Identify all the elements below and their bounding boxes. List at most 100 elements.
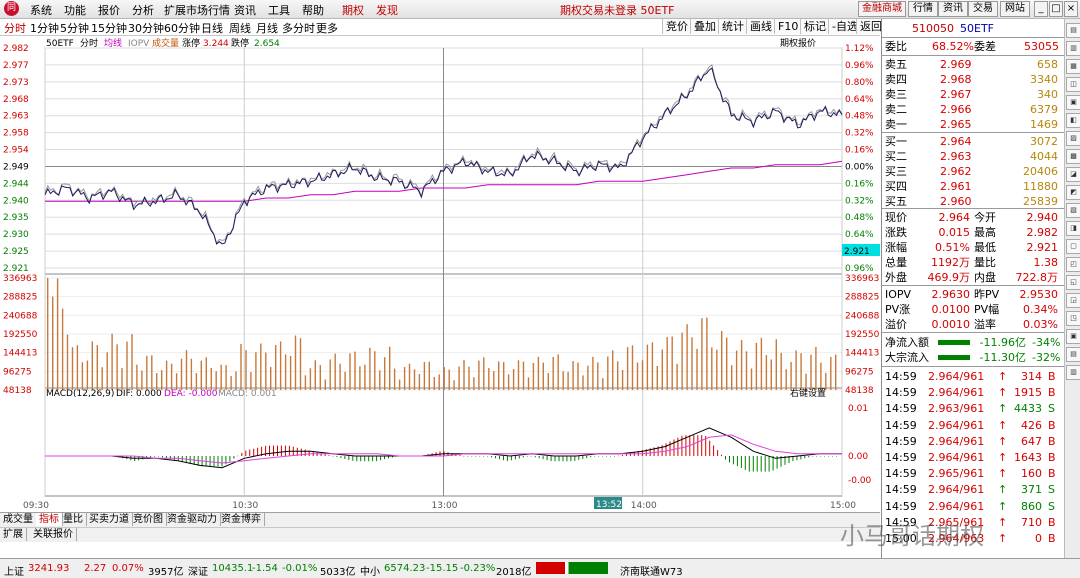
price-tick: 2.958 — [3, 129, 29, 139]
menu-tools[interactable]: 工具 — [268, 2, 290, 18]
menu-discover[interactable]: 发现 — [376, 2, 398, 18]
menu-ext-market[interactable]: 扩展市场行情 — [164, 2, 230, 18]
tab-related-quote[interactable]: 关联报价 — [30, 528, 77, 541]
volume-bar — [631, 345, 634, 390]
stat-value: 0.015 — [938, 226, 971, 239]
volume-bar — [220, 364, 222, 390]
trade-tick-row: 14:59 2.964/961 ↑ 860 S — [882, 499, 1065, 514]
sh-label[interactable]: 上证 — [4, 563, 24, 578]
period-day[interactable]: 日线 — [201, 20, 223, 36]
zx-label[interactable]: 中小 — [360, 563, 380, 578]
tab-indicator[interactable]: 指标 — [36, 513, 63, 526]
pct-tick: 0.48% — [845, 112, 874, 122]
f10-button[interactable]: F10 — [774, 19, 802, 34]
volume-bar — [696, 348, 698, 390]
toolbar-icon[interactable]: ◲ — [1066, 293, 1080, 308]
tab-buy-sell-force[interactable]: 买卖力道 — [86, 513, 133, 526]
volume-bar — [299, 338, 302, 390]
period-week[interactable]: 周线 — [229, 20, 251, 36]
menu-function[interactable]: 功能 — [64, 2, 86, 18]
intraday-chart[interactable]: 2.982 1.12% 2.977 0.96% 2.973 0.80% 2.968 0.64%… — [0, 36, 880, 512]
tab-volume-ratio[interactable]: 量比 — [60, 513, 87, 526]
menu-help[interactable]: 帮助 — [302, 2, 324, 18]
period-month[interactable]: 月线 — [256, 20, 278, 36]
stat-value2: 2.921 — [1026, 241, 1059, 254]
tab-fund-game[interactable]: 资金博弈 — [218, 513, 265, 526]
tick-time: 14:59 — [885, 402, 917, 416]
tab-volume[interactable]: 成交量 — [0, 513, 37, 526]
period-60min[interactable]: 60分钟 — [164, 20, 200, 36]
macd-label: MACD(12,26,9) — [46, 389, 114, 399]
toolbar-icon[interactable]: ▦ — [1066, 59, 1080, 74]
mark-button[interactable]: 标记 — [800, 19, 829, 34]
toolbar-icon[interactable]: ▨ — [1066, 131, 1080, 146]
toolbar-icon[interactable]: ◩ — [1066, 185, 1080, 200]
macd-bar — [241, 452, 243, 456]
period-1min[interactable]: 1分钟 — [30, 20, 59, 36]
macd-bar — [744, 456, 746, 470]
website-button[interactable]: 网站 — [1000, 1, 1030, 17]
tab-extension[interactable]: 扩展 — [0, 528, 27, 541]
toolbar-icon[interactable]: ▩ — [1066, 149, 1080, 164]
right-click-setting[interactable]: 右键设置 — [790, 387, 826, 399]
toolbar-icon[interactable]: ◧ — [1066, 113, 1080, 128]
toolbar-icon[interactable]: ◫ — [1066, 77, 1080, 92]
minimize-icon[interactable]: _ — [1034, 1, 1048, 17]
period-intraday[interactable]: 分时 — [4, 20, 26, 36]
toolbar-icon[interactable]: ◳ — [1066, 311, 1080, 326]
volume-bar — [225, 365, 227, 390]
trade-button[interactable]: 交易 — [968, 1, 998, 17]
menu-quote[interactable]: 报价 — [98, 2, 120, 18]
toolbar-icon[interactable]: ◨ — [1066, 221, 1080, 236]
toolbar-icon[interactable]: ◰ — [1066, 257, 1080, 272]
macd-bar — [546, 456, 548, 461]
quote-panel: 510050 50ETF 委比 68.52% 委差 53055 卖五 2.969 6… — [881, 19, 1065, 559]
toolbar-icon[interactable]: ▥ — [1066, 41, 1080, 56]
toolbar-icon[interactable]: ▣ — [1066, 329, 1080, 344]
option-quote-link[interactable]: 期权报价 — [780, 37, 816, 49]
toolbar-icon[interactable]: ▤ — [1066, 347, 1080, 362]
mall-button[interactable]: 金融商城 — [858, 1, 906, 17]
menu-system[interactable]: 系统 — [30, 2, 52, 18]
stat-value2: 2.940 — [1026, 211, 1059, 224]
menu-analysis[interactable]: 分析 — [132, 2, 154, 18]
market-button[interactable]: 行情 — [908, 1, 938, 17]
sz-label[interactable]: 深证 — [188, 563, 208, 578]
period-more[interactable]: 更多 — [316, 20, 338, 36]
tick-volume: 4433 — [1014, 402, 1042, 416]
stats-button[interactable]: 统计 — [718, 19, 747, 34]
maximize-icon[interactable]: □ — [1049, 1, 1063, 17]
volume-bar — [572, 361, 574, 390]
toolbar-icon[interactable]: ▥ — [1066, 365, 1080, 380]
auction-button[interactable]: 竞价 — [662, 19, 691, 34]
iopv-label: 溢价 — [885, 318, 907, 331]
period-15min[interactable]: 15分钟 — [91, 20, 127, 36]
toolbar-icon[interactable]: ▣ — [1066, 95, 1080, 110]
close-icon[interactable]: × — [1064, 1, 1078, 17]
volume-bar — [339, 363, 341, 390]
macd-bar — [154, 456, 156, 457]
tab-fund-drive[interactable]: 资金驱动力 — [164, 513, 221, 526]
volume-bar — [503, 362, 505, 390]
toolbar-icon[interactable]: ◪ — [1066, 167, 1080, 182]
macd-bar — [249, 449, 251, 456]
flow-row: 大宗流入 -11.30亿 -32% — [882, 350, 1065, 365]
tab-auction-chart[interactable]: 竞价图 — [130, 513, 167, 526]
tick-side: B — [1048, 467, 1056, 481]
macd-bar — [732, 456, 734, 465]
iopv-row: 溢价 0.0010 溢率 0.03% — [882, 317, 1065, 332]
toolbar-icon[interactable]: ▤ — [1066, 23, 1080, 38]
period-30min[interactable]: 30分钟 — [128, 20, 164, 36]
ask-price: 2.969 — [940, 58, 972, 71]
toolbar-icon[interactable]: ◱ — [1066, 275, 1080, 290]
draw-button[interactable]: 画线 — [746, 19, 775, 34]
news-button[interactable]: 资讯 — [938, 1, 968, 17]
overlay-button[interactable]: 叠加 — [690, 19, 719, 34]
period-multi[interactable]: 多分时 — [282, 20, 315, 36]
menu-news[interactable]: 资讯 — [234, 2, 256, 18]
app-logo-icon[interactable]: 同 — [4, 1, 19, 16]
toolbar-icon[interactable]: ▢ — [1066, 239, 1080, 254]
menu-options[interactable]: 期权 — [342, 2, 364, 18]
toolbar-icon[interactable]: ▧ — [1066, 203, 1080, 218]
period-5min[interactable]: 5分钟 — [60, 20, 89, 36]
